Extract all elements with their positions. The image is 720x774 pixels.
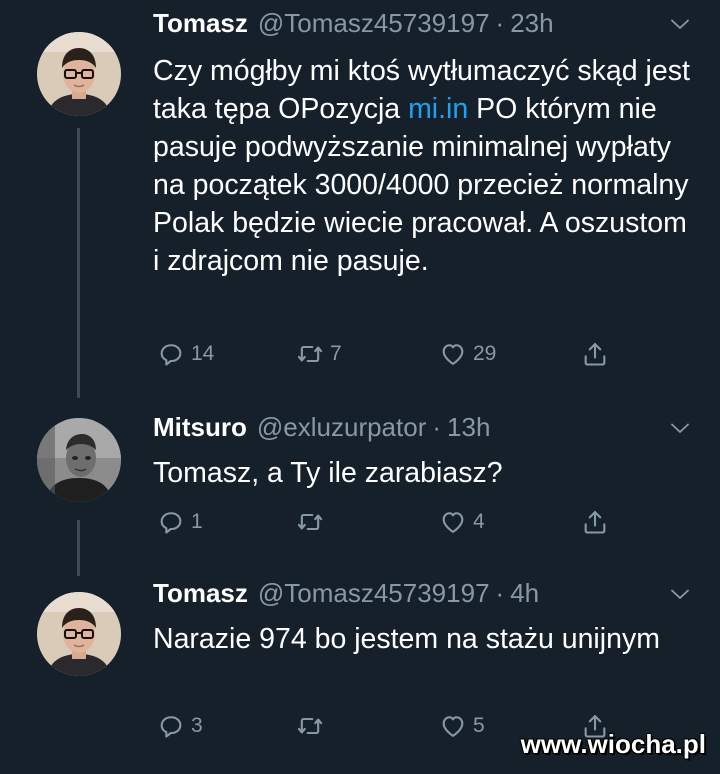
reply-count: 14 (191, 342, 215, 365)
like-button[interactable]: 5 (439, 712, 485, 740)
reply-icon (157, 508, 185, 536)
reply-count: 1 (191, 510, 203, 533)
share-icon (581, 508, 609, 536)
watermark: www.wiocha.pl (520, 729, 706, 759)
heart-icon (439, 712, 467, 740)
reply-button[interactable]: 14 (157, 340, 214, 368)
chevron-down-icon[interactable] (668, 416, 692, 440)
heart-icon (439, 340, 467, 368)
tweet-header: Tomasz @Tomasz45739197 · 4h (153, 578, 539, 609)
like-count: 29 (473, 342, 497, 365)
like-count: 4 (473, 510, 485, 533)
chevron-down-icon[interactable] (668, 12, 692, 36)
author-name[interactable]: Tomasz (153, 578, 248, 609)
separator: · (495, 8, 505, 38)
retweet-button[interactable]: 7 (296, 340, 342, 368)
tweet-header: Tomasz @Tomasz45739197 · 23h (153, 8, 554, 39)
chevron-down-icon[interactable] (668, 582, 692, 606)
avatar[interactable] (37, 592, 121, 676)
tweet-header: Mitsuro @exluzurpator · 13h (153, 412, 490, 443)
tweet-text: Tomasz, a Ty ile zarabiasz? (153, 457, 503, 489)
share-icon (581, 340, 609, 368)
tweet-text: Narazie 974 bo jestem na stażu unijnym (153, 623, 660, 655)
reply-button[interactable]: 1 (157, 508, 203, 536)
young-man-glasses-avatar-image (37, 592, 121, 676)
retweet-icon (296, 508, 324, 536)
timestamp[interactable]: 4h (510, 578, 539, 609)
like-button[interactable]: 29 (439, 340, 496, 368)
retweet-button[interactable] (296, 508, 330, 536)
grayscale-man-avatar-image (37, 418, 121, 502)
author-handle[interactable]: @Tomasz45739197 (258, 578, 490, 609)
author-name[interactable]: Mitsuro (153, 412, 247, 443)
thread-line (77, 520, 80, 576)
tweet-text: Czy mógłby mi ktoś wytłumaczyć skąd jest… (153, 52, 693, 280)
reply-icon (157, 340, 185, 368)
tweet-actions: 14 7 29 (153, 340, 673, 372)
reply-count: 3 (191, 714, 203, 737)
retweet-count: 7 (330, 342, 342, 365)
author-handle[interactable]: @exluzurpator (257, 412, 426, 443)
separator: · (432, 412, 442, 442)
avatar[interactable] (37, 418, 121, 502)
retweet-icon (296, 340, 324, 368)
share-button[interactable] (581, 508, 615, 536)
share-button[interactable] (581, 340, 615, 368)
like-button[interactable]: 4 (439, 508, 485, 536)
separator: · (495, 578, 505, 608)
retweet-button[interactable] (296, 712, 330, 740)
avatar[interactable] (37, 32, 121, 116)
reply-icon (157, 712, 185, 740)
timestamp[interactable]: 13h (447, 412, 490, 443)
young-man-glasses-avatar-image (37, 32, 121, 116)
author-name[interactable]: Tomasz (153, 8, 248, 39)
like-count: 5 (473, 714, 485, 737)
retweet-icon (296, 712, 324, 740)
heart-icon (439, 508, 467, 536)
timestamp[interactable]: 23h (510, 8, 553, 39)
thread-line (77, 128, 80, 398)
reply-button[interactable]: 3 (157, 712, 203, 740)
tweet-actions: 1 4 (153, 508, 673, 540)
mention-link[interactable]: mi.in (408, 93, 468, 125)
author-handle[interactable]: @Tomasz45739197 (258, 8, 490, 39)
